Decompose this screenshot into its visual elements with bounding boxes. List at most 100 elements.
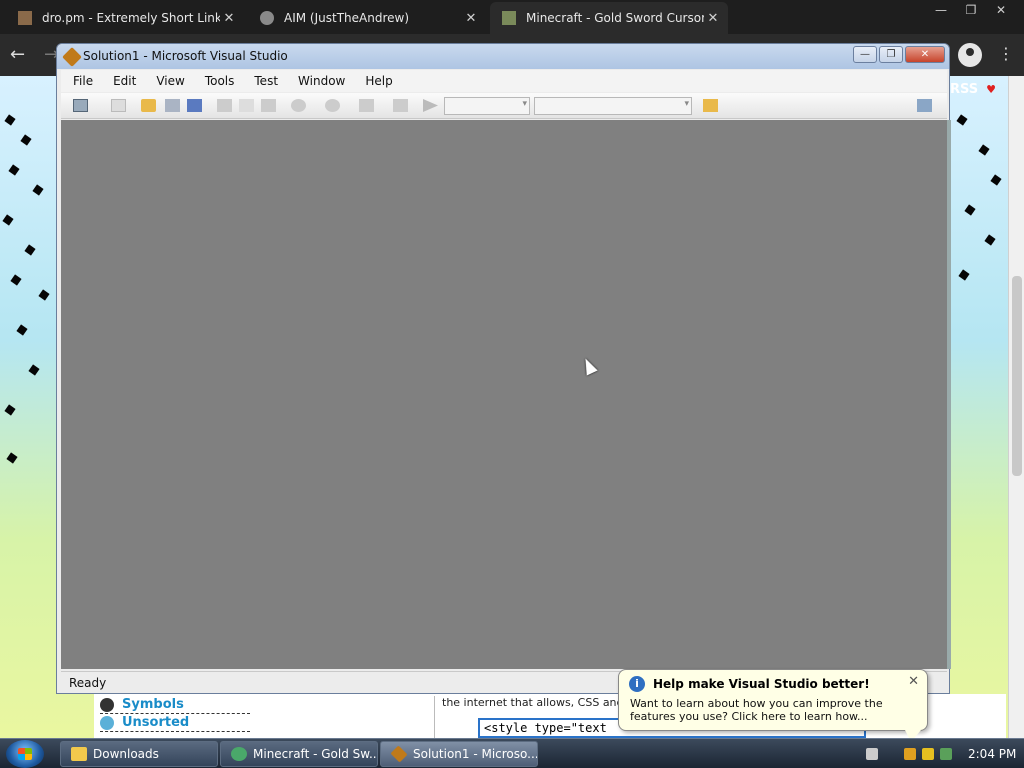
balloon-title: Help make Visual Studio better!: [653, 677, 870, 691]
solution-platform-dropdown[interactable]: [534, 97, 692, 115]
menu-tools[interactable]: Tools: [193, 74, 243, 88]
folder-icon: [71, 747, 87, 761]
copy-icon[interactable]: [239, 99, 254, 112]
visual-studio-tray-icon[interactable]: [904, 748, 916, 760]
vs-restore-button[interactable]: ❐: [879, 46, 903, 63]
page-description-text: the internet that allows, CSS and HT: [442, 696, 642, 709]
tab-minecraft-gold-sword[interactable]: Minecraft - Gold Sword Cursor ✕: [490, 2, 728, 34]
leaf-decoration: [16, 324, 28, 336]
leaf-decoration: [4, 404, 16, 416]
chrome-icon: [231, 747, 247, 761]
vs-frame-edge: [947, 120, 951, 669]
globe-icon: [260, 11, 274, 25]
menu-test[interactable]: Test: [242, 74, 286, 88]
system-tray: [866, 739, 952, 768]
menu-window[interactable]: Window: [286, 74, 353, 88]
vs-close-button[interactable]: ✕: [905, 46, 945, 63]
keyboard-icon[interactable]: [866, 748, 878, 760]
balloon-message[interactable]: Want to learn about how you can improve …: [630, 697, 920, 723]
menu-help[interactable]: Help: [353, 74, 400, 88]
menu-file[interactable]: File: [61, 74, 101, 88]
leaf-decoration: [964, 204, 976, 216]
leaf-decoration: [8, 164, 20, 176]
add-item-icon[interactable]: [111, 99, 126, 112]
page-scrollbar[interactable]: [1008, 76, 1024, 738]
leaf-decoration: [10, 274, 22, 286]
restore-icon[interactable]: ❐: [956, 2, 986, 18]
navigate-backward-icon[interactable]: [359, 99, 374, 112]
leaf-decoration: [24, 244, 36, 256]
vs-window-title: Solution1 - Microsoft Visual Studio: [83, 49, 288, 63]
heart-icon: ♥: [986, 83, 997, 96]
tab-close-icon[interactable]: ✕: [462, 11, 480, 26]
tab-aim[interactable]: AIM (JustTheAndrew) ✕: [248, 2, 486, 34]
start-debugging-icon[interactable]: [423, 99, 438, 112]
tab-close-icon[interactable]: ✕: [704, 11, 722, 26]
vs-document-workspace[interactable]: [61, 120, 947, 669]
leaf-decoration: [984, 234, 996, 246]
tab-close-icon[interactable]: ✕: [220, 11, 238, 26]
minecraft-favicon-icon: [502, 11, 516, 25]
tab-dro-pm[interactable]: dro.pm - Extremely Short Links ✕: [6, 2, 244, 34]
taskbar-item-downloads[interactable]: Downloads: [60, 741, 218, 767]
profile-avatar-icon[interactable]: [958, 43, 982, 67]
taskbar-item-label: Solution1 - Microso...: [413, 747, 538, 761]
balloon-close-icon[interactable]: ✕: [908, 674, 919, 689]
browser-menu-icon[interactable]: ⋮: [998, 44, 1014, 63]
notification-balloon[interactable]: i Help make Visual Studio better! ✕ Want…: [618, 669, 928, 742]
leaf-decoration: [978, 144, 990, 156]
leaf-decoration: [2, 214, 14, 226]
action-center-icon[interactable]: [922, 748, 934, 760]
cut-icon[interactable]: [217, 99, 232, 112]
page-sidebar-links: Symbols Unsorted: [100, 696, 250, 732]
close-icon[interactable]: ✕: [986, 2, 1016, 18]
undo-icon[interactable]: [291, 99, 306, 112]
taskbar-clock[interactable]: 2:04 PM: [968, 747, 1016, 761]
status-text: Ready: [69, 676, 107, 690]
dro-pm-favicon-icon: [18, 11, 32, 25]
vs-title-bar[interactable]: Solution1 - Microsoft Visual Studio — ❐ …: [57, 44, 949, 69]
network-icon[interactable]: [940, 748, 952, 760]
taskbar-item-label: Downloads: [93, 747, 159, 761]
find-in-files-icon[interactable]: [703, 99, 718, 112]
paste-icon[interactable]: [261, 99, 276, 112]
taskbar-item-visual-studio[interactable]: Solution1 - Microso...: [380, 741, 538, 767]
vs-minimize-button[interactable]: —: [853, 46, 877, 63]
tab-title: Minecraft - Gold Sword Cursor: [526, 11, 704, 25]
leaf-decoration: [32, 184, 44, 196]
leaf-decoration: [20, 134, 32, 146]
visual-studio-icon: [390, 745, 408, 763]
menu-view[interactable]: View: [144, 74, 192, 88]
solution-configuration-dropdown[interactable]: [444, 97, 530, 115]
visual-studio-logo-icon: [62, 47, 82, 67]
open-folder-icon[interactable]: [141, 99, 156, 112]
symbols-icon: [100, 698, 114, 712]
scrollbar-thumb[interactable]: [1012, 276, 1022, 476]
sidebar-link-unsorted[interactable]: Unsorted: [100, 714, 250, 732]
taskbar-item-minecraft[interactable]: Minecraft - Gold Sw...: [220, 741, 378, 767]
tab-title: dro.pm - Extremely Short Links: [42, 11, 220, 25]
leaf-decoration: [956, 114, 968, 126]
browser-window-controls: — ❐ ✕: [926, 2, 1016, 18]
minimize-icon[interactable]: —: [926, 2, 956, 18]
sidebar-link-symbols[interactable]: Symbols: [100, 696, 250, 714]
leaf-decoration: [6, 452, 18, 464]
new-project-icon[interactable]: [73, 99, 88, 112]
solution-explorer-icon[interactable]: [917, 99, 932, 112]
start-button[interactable]: [6, 740, 44, 768]
menu-edit[interactable]: Edit: [101, 74, 144, 88]
redo-icon[interactable]: [325, 99, 340, 112]
leaf-decoration: [990, 174, 1002, 186]
save-all-icon[interactable]: [187, 99, 202, 112]
info-icon: i: [629, 676, 645, 692]
vs-standard-toolbar: [61, 93, 947, 119]
back-arrow-icon[interactable]: ←: [10, 44, 25, 65]
rss-link[interactable]: RSS ♥: [950, 82, 996, 97]
navigate-forward-icon[interactable]: [393, 99, 408, 112]
visual-studio-window: Solution1 - Microsoft Visual Studio — ❐ …: [56, 43, 951, 694]
save-icon[interactable]: [165, 99, 180, 112]
taskbar-item-label: Minecraft - Gold Sw...: [253, 747, 378, 761]
leaf-decoration: [28, 364, 40, 376]
tab-title: AIM (JustTheAndrew): [284, 11, 409, 25]
leaf-decoration: [4, 114, 16, 126]
